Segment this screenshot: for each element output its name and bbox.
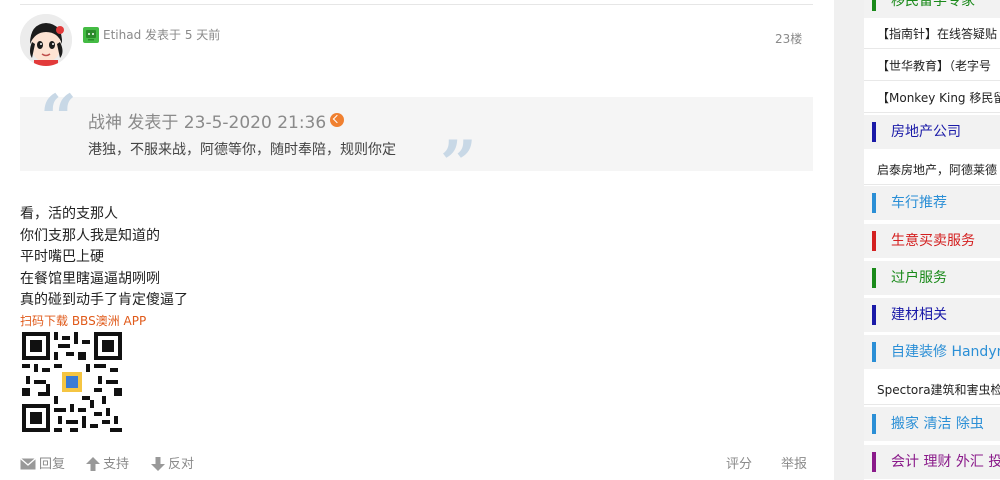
content-line: 在餐馆里瞎逼逼胡咧咧 [20, 270, 160, 287]
content-line: 你们支那人我是知道的 [20, 227, 160, 244]
report-button[interactable]: 举报 [781, 456, 807, 474]
sidebar-category-label: 房地产公司 [891, 124, 961, 140]
reply-mail-icon [20, 458, 36, 470]
category-color-bar [872, 414, 876, 434]
sidebar-category[interactable]: 过户服务 [864, 261, 1000, 295]
support-arrow-up-icon [86, 457, 100, 471]
sidebar-category[interactable]: 生意买卖服务 [864, 224, 1000, 258]
sidebar-category[interactable]: 移民留学专家 [864, 0, 1000, 18]
sidebar-category-label: 搬家 清洁 除虫 [891, 416, 984, 432]
content-line: 真的碰到动手了肯定傻逼了 [20, 292, 188, 309]
app-download-link[interactable]: 扫码下载 BBS澳洲 APP [20, 313, 146, 329]
sidebar-link[interactable]: 【世华教育】（老字号 [864, 50, 1000, 81]
sidebar-category[interactable]: 房地产公司 [864, 115, 1000, 149]
right-sidebar: 移民留学专家【指南针】在线答疑贴 【世华教育】（老字号 【Monkey King 移… [864, 0, 1000, 480]
post-time: 发表于 5 天前 [145, 28, 221, 42]
sidebar-category-label: 自建装修 Handyman [891, 344, 1000, 360]
post-23: Etihad 发表于 5 天前 23楼 “ 战神 发表于 23-5-2020 2… [0, 0, 834, 480]
close-quote-mark: ” [440, 127, 477, 202]
category-color-bar [872, 0, 876, 11]
quote-header: 战神 发表于 23-5-2020 21:36 [88, 112, 345, 134]
content-line: 看，活的支那人 [20, 206, 118, 222]
sidebar-category-label: 会计 理财 外汇 投资 [891, 454, 1000, 470]
floor-number[interactable]: 23楼 [775, 31, 802, 47]
reply-label: 回复 [39, 457, 66, 472]
sidebar-category-label: 车行推荐 [891, 195, 947, 211]
sidebar-category-label: 建材相关 [891, 307, 947, 323]
reply-button[interactable]: 回复 [20, 456, 65, 474]
category-color-bar [872, 452, 876, 472]
sidebar-category[interactable]: 建材相关 [864, 298, 1000, 332]
sidebar-link[interactable]: Spectora建筑和害虫检 [864, 374, 1000, 405]
category-color-bar [872, 342, 876, 362]
open-quote-mark: “ [40, 81, 77, 156]
sidebar-link-label: 【世华教育】（老字号 [877, 59, 992, 73]
sidebar-category[interactable]: 会计 理财 外汇 投资 [864, 445, 1000, 479]
avatar[interactable] [20, 14, 72, 66]
goto-quote-icon[interactable] [330, 113, 345, 127]
sidebar-gutter [834, 0, 864, 480]
category-color-bar [872, 193, 876, 213]
sidebar-link-label: 启泰房地产，阿德莱德 [877, 163, 998, 177]
sidebar-category-label: 过户服务 [891, 270, 947, 286]
category-color-bar [872, 268, 876, 288]
content-line: 平时嘴巴上硬 [20, 249, 104, 266]
rate-button[interactable]: 评分 [726, 456, 752, 474]
sidebar-category[interactable]: 自建装修 Handyman [864, 335, 1000, 369]
sidebar-category-label: 移民留学专家 [891, 0, 975, 9]
post-content: 看，活的支那人 你们支那人我是知道的 平时嘴巴上硬 在餐馆里瞎逼逼胡咧咧 真的碰… [20, 204, 720, 312]
oppose-arrow-down-icon [151, 457, 165, 471]
category-color-bar [872, 231, 876, 251]
category-color-bar [872, 305, 876, 325]
online-status-icon [83, 27, 99, 43]
sidebar-link-label: Spectora建筑和害虫检 [877, 383, 1000, 397]
quote-block: “ 战神 发表于 23-5-2020 21:36 港独，不服来战，阿德等你，随时… [20, 87, 813, 197]
quote-author-time: 战神 发表于 23-5-2020 21:36 [88, 113, 327, 133]
sidebar-link-label: 【Monkey King 移民留 [877, 91, 1000, 105]
sidebar-category[interactable]: 车行推荐 [864, 186, 1000, 220]
category-color-bar [872, 122, 876, 142]
support-label: 支持 [103, 457, 130, 472]
sidebar-category[interactable]: 搬家 清洁 除虫 [864, 407, 1000, 441]
divider [20, 4, 813, 5]
avatar-cartoon-girl [20, 14, 72, 66]
qr-code-image [22, 332, 122, 432]
sidebar-link[interactable]: 【Monkey King 移民留 [864, 82, 1000, 113]
sidebar-link[interactable]: 【指南针】在线答疑贴 [864, 18, 1000, 49]
author-name[interactable]: Etihad [103, 28, 141, 42]
oppose-button[interactable]: 反对 [151, 456, 194, 474]
sidebar-link-label: 【指南针】在线答疑贴 [877, 27, 998, 41]
support-button[interactable]: 支持 [86, 456, 129, 474]
post-author-meta: Etihad 发表于 5 天前 [103, 27, 220, 43]
sidebar-category-label: 生意买卖服务 [891, 233, 975, 249]
sidebar-link[interactable]: 启泰房地产，阿德莱德 [864, 154, 1000, 185]
oppose-label: 反对 [168, 457, 195, 472]
quote-text: 港独，不服来战，阿德等你，随时奉陪，规则你定 [88, 142, 396, 158]
